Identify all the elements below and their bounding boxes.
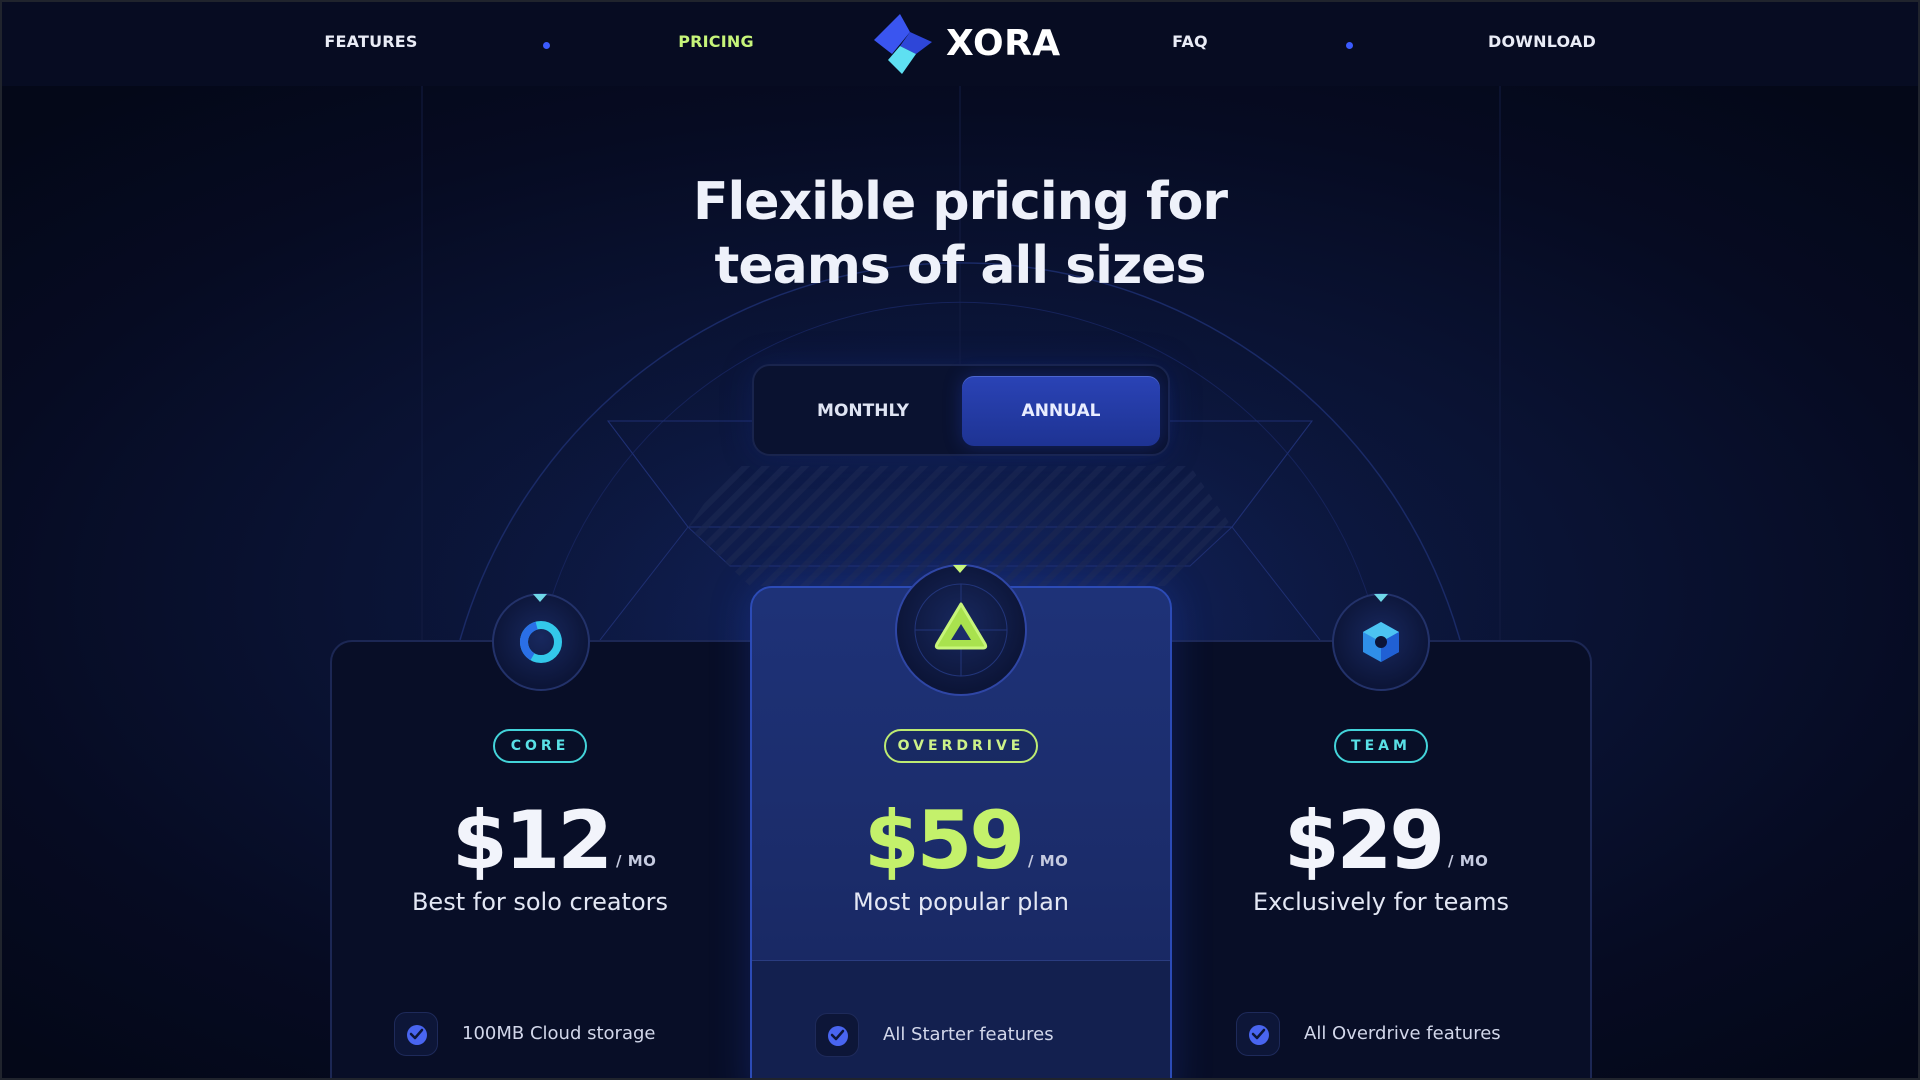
price-period: / MO bbox=[1028, 852, 1069, 870]
nav-separator-dot bbox=[543, 42, 550, 49]
plan-price-overdrive: $59/ MO bbox=[864, 796, 1068, 886]
page-title-line-2: teams of all sizes bbox=[714, 236, 1206, 296]
feature-item: 100MB Cloud storage bbox=[394, 1012, 714, 1056]
price-period: / MO bbox=[1448, 852, 1489, 870]
plan-badge-core: CORE bbox=[493, 729, 587, 763]
nav-link-pricing[interactable]: PRICING bbox=[668, 32, 764, 56]
pricing-page: FEATURES PRICING XORA FAQ DOWNLOAD Flexi… bbox=[0, 0, 1920, 1080]
hexagon-icon bbox=[1363, 622, 1399, 662]
emblem-marker-icon bbox=[1374, 594, 1388, 602]
plan-price-core: $12/ MO bbox=[452, 796, 656, 886]
plan-tagline-core: Best for solo creators bbox=[411, 888, 669, 916]
billing-annual-button[interactable]: ANNUAL bbox=[962, 376, 1160, 446]
plan-badge-team: TEAM bbox=[1334, 729, 1428, 763]
core-emblem bbox=[492, 593, 590, 691]
feature-label: 100MB Cloud storage bbox=[462, 1023, 656, 1044]
emblem-marker-icon bbox=[533, 594, 547, 602]
ring-icon bbox=[520, 621, 562, 663]
price-amount: $29 bbox=[1284, 794, 1445, 887]
plan-tagline-team: Exclusively for teams bbox=[1252, 888, 1510, 916]
feature-label: All Overdrive features bbox=[1304, 1023, 1501, 1044]
nav-link-faq[interactable]: FAQ bbox=[1160, 32, 1220, 56]
feature-label: All Starter features bbox=[883, 1024, 1054, 1045]
team-emblem bbox=[1332, 593, 1430, 691]
billing-monthly-button[interactable]: MONTHLY bbox=[764, 376, 962, 446]
page-title: Flexible pricing for teams of all sizes bbox=[560, 170, 1360, 298]
brand-logo[interactable]: XORA bbox=[868, 12, 1068, 78]
plan-tagline-overdrive: Most popular plan bbox=[853, 888, 1069, 916]
feature-item: All Overdrive features bbox=[1236, 1012, 1556, 1056]
emblem-marker-icon bbox=[953, 565, 967, 573]
overdrive-emblem bbox=[895, 564, 1027, 696]
check-icon bbox=[394, 1012, 438, 1056]
price-period: / MO bbox=[616, 852, 657, 870]
nav-separator-dot bbox=[1346, 42, 1353, 49]
plan-price-team: $29/ MO bbox=[1284, 796, 1488, 886]
feature-item: All Starter features bbox=[815, 1013, 1135, 1057]
page-title-line-1: Flexible pricing for bbox=[692, 172, 1228, 232]
triangle-icon bbox=[914, 583, 1008, 677]
price-amount: $59 bbox=[864, 794, 1025, 887]
check-icon bbox=[1236, 1012, 1280, 1056]
price-amount: $12 bbox=[452, 794, 613, 887]
xora-logo-icon bbox=[874, 14, 932, 74]
brand-name: XORA bbox=[946, 23, 1061, 64]
check-icon bbox=[815, 1013, 859, 1057]
billing-toggle: MONTHLY ANNUAL bbox=[752, 364, 1170, 456]
nav-link-download[interactable]: DOWNLOAD bbox=[1480, 32, 1604, 56]
plan-badge-overdrive: OVERDRIVE bbox=[884, 729, 1038, 763]
nav-link-features[interactable]: FEATURES bbox=[310, 32, 432, 56]
top-navigation: FEATURES PRICING XORA FAQ DOWNLOAD bbox=[0, 2, 1920, 86]
